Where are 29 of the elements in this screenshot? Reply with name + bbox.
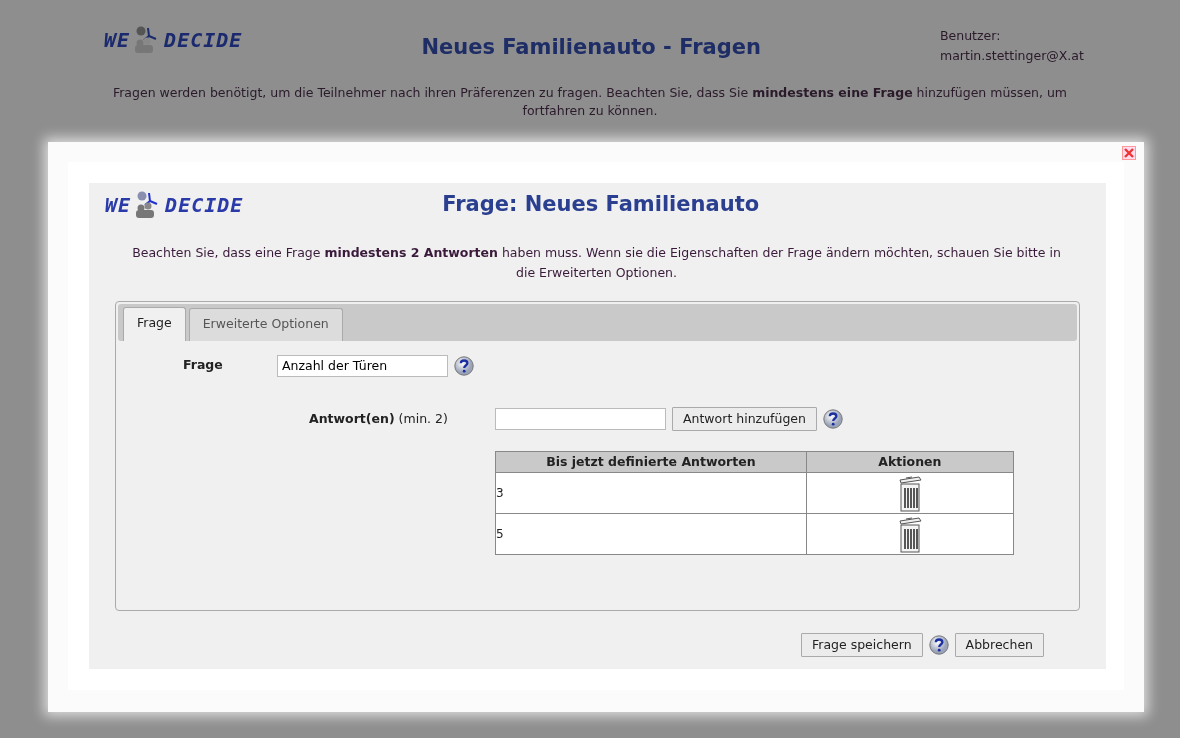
help-icon[interactable]	[928, 634, 949, 655]
tab[interactable]: Erweiterte Optionen	[188, 307, 343, 341]
column-header: Bis jetzt definierte Antworten	[495, 451, 807, 473]
field-label: Frage	[183, 356, 224, 375]
logo-text: WE	[105, 194, 132, 215]
table-cell: 5	[495, 513, 807, 555]
tab[interactable]: Frage	[123, 306, 186, 341]
logo-text: DECIDE	[164, 30, 243, 50]
column-header: Aktionen	[806, 451, 1014, 473]
save-button[interactable]: Frage speichern	[801, 632, 923, 658]
answer-field[interactable]	[495, 407, 666, 430]
trash-icon[interactable]	[896, 474, 923, 513]
page-description: Fragen werden benötigt, um die Teilnehmer nach ihren Präferenzen zu fragen. Beachten Sie, dass Sie mindestens eine Frage hinzufügen müssen, um fortfahren zu können.	[111, 84, 1069, 120]
trash-icon[interactable]	[896, 515, 923, 554]
add-answer-button[interactable]: Antwort hinzufügen	[672, 406, 817, 432]
dialog-description: Beachten Sie, dass eine Frage mindestens 2 Antworten haben muss. Wenn sie die Eigenschaften der Frage ändern möchten, schauen Sie bitte in die Erweiterten Optionen.	[131, 243, 1062, 282]
question-field[interactable]: Anzahl der Türen	[277, 354, 448, 377]
help-icon[interactable]	[822, 408, 843, 429]
help-icon[interactable]	[454, 355, 474, 376]
cancel-button[interactable]: Abbrechen	[954, 632, 1044, 658]
logo-text: WE	[104, 30, 131, 50]
field-label: Antwort(en) (min. 2)	[309, 409, 449, 428]
page-title: Neues Familienauto - Fragen	[420, 34, 762, 61]
table-cell: 3	[495, 472, 807, 514]
logo-text: DECIDE	[165, 194, 244, 215]
close-icon[interactable]	[1122, 146, 1136, 160]
user-label: Benutzer:	[940, 27, 1002, 45]
user-email: martin.stettinger@X.at	[940, 47, 1085, 65]
dialog-title: Frage: Neues Familienauto	[441, 191, 761, 218]
